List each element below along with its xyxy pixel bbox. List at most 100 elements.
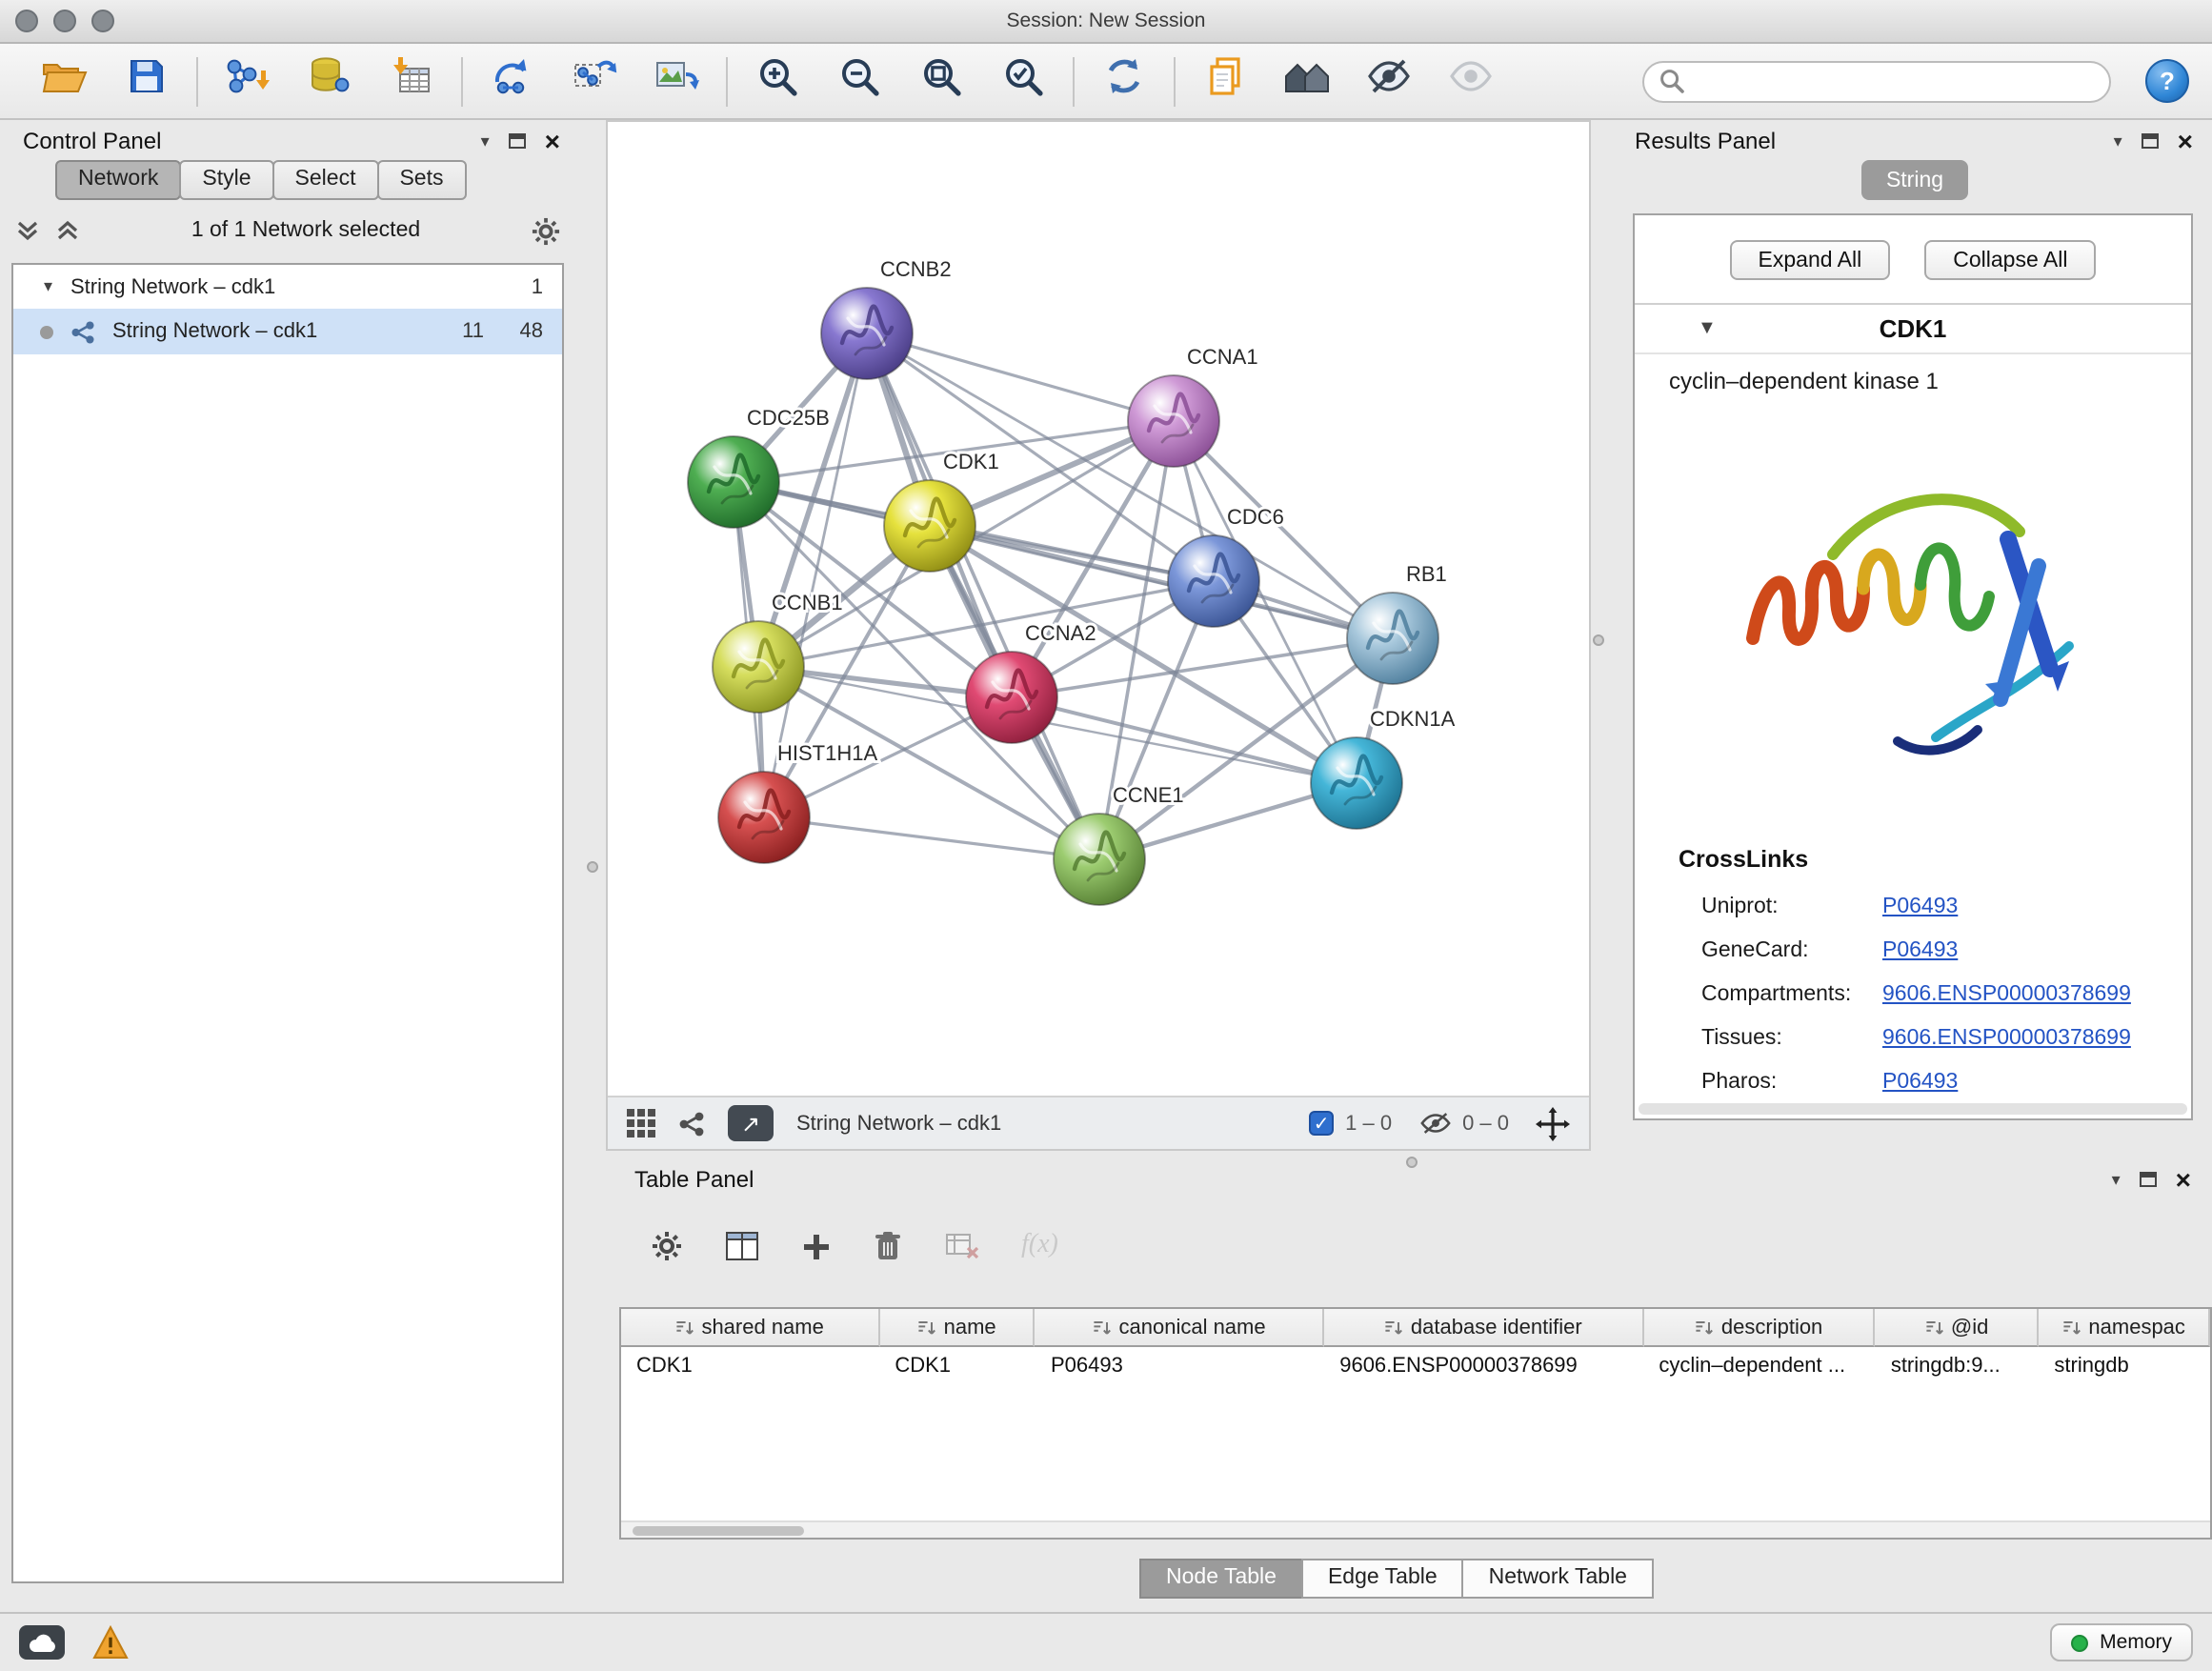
share-network-icon[interactable] [678,1110,705,1137]
tab-sets[interactable]: Sets [376,160,466,200]
table-cell[interactable]: cyclin–dependent ... [1643,1347,1875,1385]
panel-menu-caret-icon[interactable]: ▾ [2112,1171,2121,1188]
column-header[interactable]: name [879,1309,1036,1347]
column-header[interactable]: shared name [621,1309,879,1347]
column-header[interactable]: description [1643,1309,1875,1347]
hidden-eye-slash-icon[interactable] [1418,1111,1451,1136]
zoom-fit-button[interactable] [915,52,968,110]
zoom-in-button[interactable] [751,52,804,110]
scrollbar-thumb[interactable] [633,1526,804,1536]
selected-checkbox-icon[interactable]: ✓ [1309,1111,1334,1136]
network-edge[interactable] [867,333,1099,859]
expand-all-trees-icon[interactable] [55,219,80,242]
network-collection-row[interactable]: ▾ String Network – cdk1 1 [13,265,562,309]
network-node-CCNE1[interactable] [1054,814,1145,905]
panel-float-icon[interactable] [509,133,526,149]
panel-float-icon[interactable] [2140,1172,2157,1187]
table-cell[interactable]: 9606.ENSP00000378699 [1324,1347,1643,1385]
table-cell[interactable]: stringdb [2039,1347,2210,1385]
tab-string[interactable]: String [1861,160,1968,200]
overview-button[interactable] [1280,52,1334,110]
open-session-button[interactable] [38,52,91,110]
document-snapshot-button[interactable] [1198,52,1252,110]
crosslink-value-link[interactable]: 9606.ENSP00000378699 [1882,982,2131,1005]
refresh-view-button[interactable] [1097,52,1151,110]
network-node-CDKN1A[interactable] [1311,737,1402,829]
add-column-plus-icon[interactable] [802,1232,831,1260]
network-graph[interactable]: CCNB2CCNA1CDC25BCDK1CDC6RB1CCNB1CCNA2CDK… [608,122,1589,1096]
import-network-file-button[interactable] [221,52,274,110]
tab-style[interactable]: Style [179,160,273,200]
tab-network[interactable]: Network [55,160,181,200]
table-cell[interactable]: stringdb:9... [1876,1347,2040,1385]
panel-close-icon[interactable]: × [2178,128,2193,154]
show-columns-icon[interactable] [724,1231,760,1261]
tab-network-table[interactable]: Network Table [1462,1559,1654,1599]
section-collapse-caret-icon[interactable]: ▼ [1698,319,1717,338]
panel-close-icon[interactable]: × [545,128,560,154]
table-cell[interactable]: CDK1 [621,1347,879,1385]
network-edge[interactable] [764,817,1099,859]
network-row-selected[interactable]: String Network – cdk1 11 48 [13,309,562,354]
splitter-handle[interactable] [1593,634,1604,646]
gear-icon[interactable] [532,216,560,245]
column-header[interactable]: namespac [2039,1309,2210,1347]
crosslink-value-link[interactable]: 9606.ENSP00000378699 [1882,1026,2131,1049]
column-header[interactable]: @id [1876,1309,2040,1347]
network-node-CDC6[interactable] [1168,535,1259,627]
warning-icon[interactable] [91,1625,130,1660]
crosslink-value-link[interactable]: P06493 [1882,895,1958,917]
panel-menu-caret-icon[interactable]: ▾ [481,132,490,150]
results-scrollbar[interactable] [1639,1103,2187,1115]
network-node-CCNA1[interactable] [1128,375,1219,467]
expand-all-button[interactable]: Expand All [1730,240,1891,280]
show-hidden-button[interactable] [1444,52,1498,110]
tab-edge-table[interactable]: Edge Table [1301,1559,1464,1599]
clone-network-button[interactable] [486,52,539,110]
cloud-button[interactable] [19,1625,65,1660]
table-cell[interactable]: P06493 [1036,1347,1324,1385]
table-gear-icon[interactable] [652,1231,682,1261]
gene-section-header[interactable]: ▼ CDK1 [1635,305,2191,354]
column-header[interactable]: canonical name [1036,1309,1324,1347]
panel-close-icon[interactable]: × [2176,1166,2191,1193]
zoom-selected-button[interactable] [996,52,1050,110]
column-header[interactable]: database identifier [1324,1309,1643,1347]
network-node-CCNA2[interactable] [966,652,1057,743]
network-node-HIST1H1A[interactable] [718,772,810,863]
import-network-database-button[interactable] [303,52,356,110]
table-horizontal-scrollbar[interactable] [621,1520,2210,1538]
save-session-button[interactable] [120,52,173,110]
hide-selected-button[interactable] [1362,52,1416,110]
memory-button[interactable]: Memory [2050,1623,2193,1661]
grid-icon[interactable] [627,1109,655,1137]
panel-float-icon[interactable] [2142,133,2159,149]
splitter-handle[interactable] [1406,1157,1418,1168]
collapse-all-button[interactable]: Collapse All [1924,240,2096,280]
table-row[interactable]: CDK1CDK1P064939606.ENSP00000378699cyclin… [621,1347,2210,1385]
new-network-from-selection-button[interactable] [568,52,621,110]
delete-trash-icon[interactable] [873,1229,903,1263]
network-node-CCNB1[interactable] [713,621,804,713]
network-node-RB1[interactable] [1347,593,1438,684]
network-node-CCNB2[interactable] [821,288,913,379]
network-view[interactable]: CCNB2CCNA1CDC25BCDK1CDC6RB1CCNB1CCNA2CDK… [606,120,1591,1151]
help-button[interactable]: ? [2145,59,2189,103]
network-edge[interactable] [867,333,1174,421]
crosslink-value-link[interactable]: P06493 [1882,1070,1958,1093]
zoom-out-button[interactable] [833,52,886,110]
import-table-button[interactable] [385,52,438,110]
splitter-handle[interactable] [587,861,598,873]
collapse-all-trees-icon[interactable] [15,219,40,242]
move-crosshair-icon[interactable] [1536,1106,1570,1140]
table-cell[interactable]: CDK1 [879,1347,1036,1385]
export-image-button[interactable] [650,52,703,110]
tab-select[interactable]: Select [272,160,379,200]
collection-expand-caret-icon[interactable]: ▾ [44,278,70,295]
open-in-new-window-button[interactable]: ↗ [728,1105,774,1141]
search-input[interactable] [1696,68,2094,94]
network-node-CDC25B[interactable] [688,436,779,528]
tab-node-table[interactable]: Node Table [1139,1559,1303,1599]
panel-menu-caret-icon[interactable]: ▾ [2114,132,2122,150]
crosslink-value-link[interactable]: P06493 [1882,938,1958,961]
